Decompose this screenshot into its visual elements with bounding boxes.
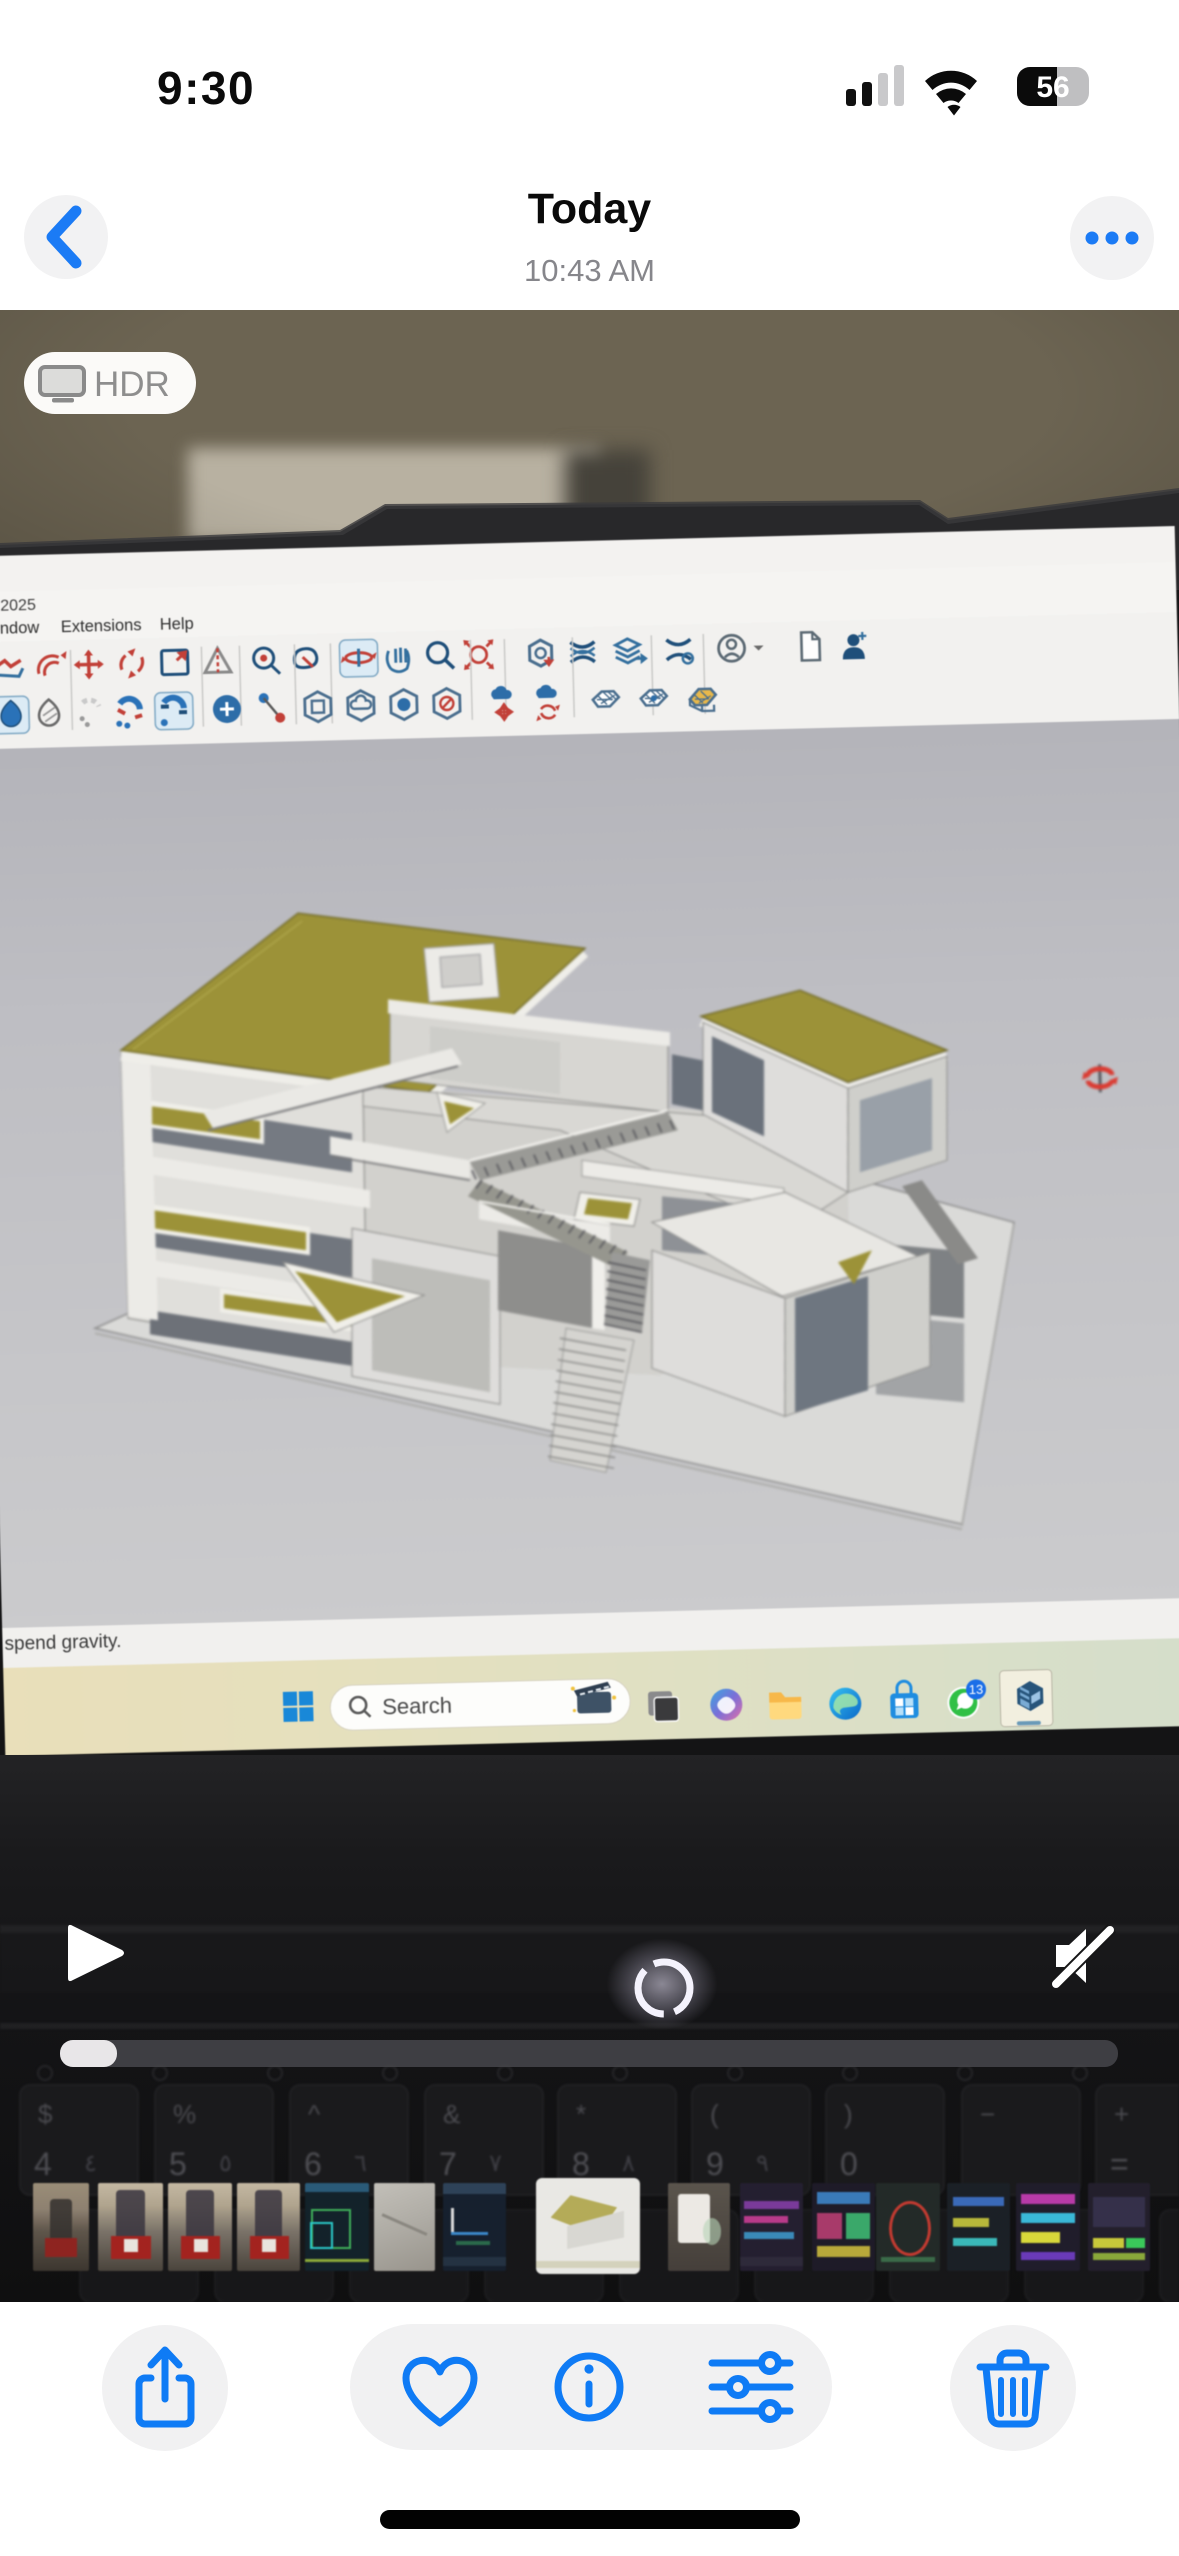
svg-text:٧: ٧ <box>489 2150 502 2177</box>
svg-text:6: 6 <box>304 2146 322 2182</box>
svg-text:٤: ٤ <box>84 2150 97 2177</box>
svg-text:٦: ٦ <box>354 2150 367 2177</box>
svg-text:HDR: HDR <box>94 365 170 404</box>
svg-text:0: 0 <box>840 2146 858 2182</box>
svg-text:7: 7 <box>439 2146 457 2182</box>
svg-text:5: 5 <box>169 2146 187 2182</box>
svg-text:^: ^ <box>308 2099 321 2129</box>
svg-text:8: 8 <box>572 2146 590 2182</box>
svg-text:(: ( <box>710 2099 719 2129</box>
svg-text:Search: Search <box>382 1693 452 1720</box>
svg-text:٥: ٥ <box>219 2150 232 2177</box>
svg-text:=: = <box>1110 2146 1129 2182</box>
svg-text:): ) <box>844 2099 853 2129</box>
svg-text:*: * <box>576 2099 586 2129</box>
svg-text:٩: ٩ <box>756 2150 769 2177</box>
svg-text:+: + <box>1114 2099 1129 2129</box>
svg-text:٨: ٨ <box>622 2150 635 2177</box>
svg-text:$: $ <box>38 2099 53 2129</box>
svg-text:4: 4 <box>34 2146 52 2182</box>
svg-text:−: − <box>980 2099 995 2129</box>
svg-text:13: 13 <box>969 1682 984 1697</box>
svg-text:&: & <box>443 2099 460 2129</box>
svg-text:9: 9 <box>706 2146 724 2182</box>
svg-text:%: % <box>173 2099 196 2129</box>
svg-text:56: 56 <box>1036 71 1069 104</box>
